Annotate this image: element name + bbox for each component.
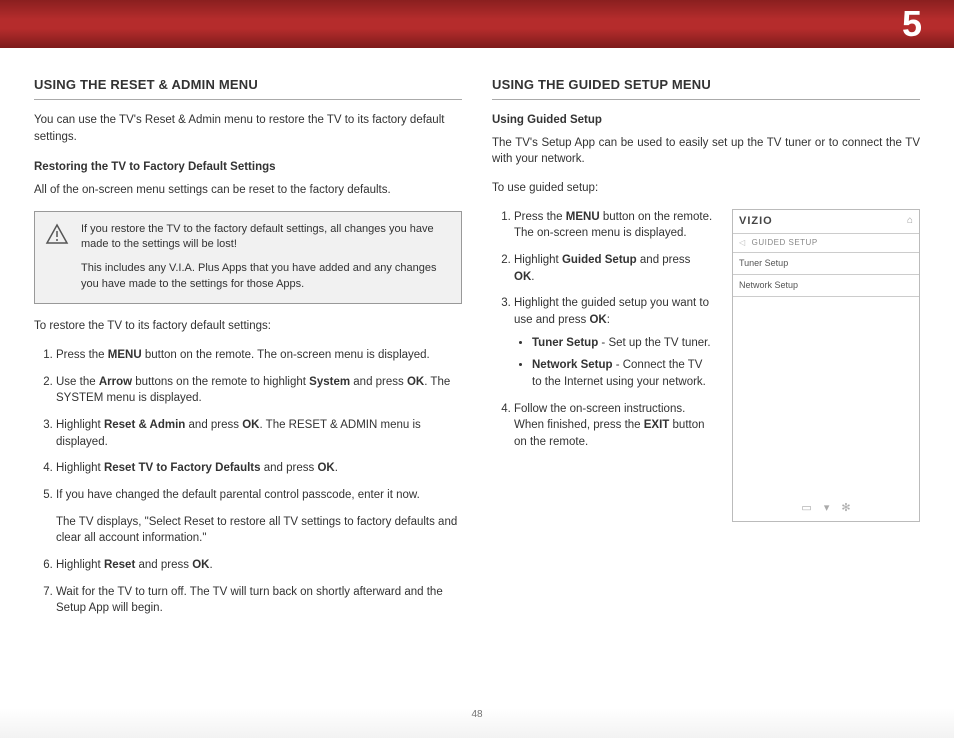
- right-intro: The TV's Setup App can be used to easily…: [492, 135, 920, 168]
- left-heading: USING THE RESET & ADMIN MENU: [34, 76, 462, 95]
- tv-guided-setup-menu: VIZIO ⌂ ◁ GUIDED SETUP Tuner Setup Netwo…: [732, 209, 920, 523]
- gear-icon: ✻: [841, 501, 850, 517]
- step-5: If you have changed the default parental…: [56, 487, 462, 547]
- right-column: USING THE GUIDED SETUP MENU Using Guided…: [492, 76, 920, 627]
- step-6: Highlight Reset and press OK.: [56, 557, 462, 574]
- step-1: Press the MENU button on the remote. The…: [56, 347, 462, 364]
- tvmenu-footer: ▭ ▾ ✻: [733, 497, 919, 521]
- heading-rule: [34, 99, 462, 100]
- home-icon: ⌂: [907, 214, 913, 229]
- tvmenu-item-tuner: Tuner Setup: [733, 253, 919, 275]
- tvmenu-header: VIZIO ⌂: [733, 210, 919, 235]
- left-column: USING THE RESET & ADMIN MENU You can use…: [34, 76, 462, 627]
- left-intro: You can use the TV's Reset & Admin menu …: [34, 112, 462, 145]
- guided-steps: Press the MENU button on the remote. The…: [492, 209, 714, 523]
- restore-lead: To restore the TV to its factory default…: [34, 318, 462, 335]
- tvmenu-brand: VIZIO: [739, 214, 773, 230]
- chapter-number: 5: [902, 3, 922, 45]
- tvmenu-title-row: ◁ GUIDED SETUP: [733, 234, 919, 253]
- step-2: Use the Arrow buttons on the remote to h…: [56, 374, 462, 407]
- tvmenu-title: GUIDED SETUP: [752, 237, 818, 249]
- right-subhead: Using Guided Setup: [492, 112, 920, 129]
- step-3: Highlight Reset & Admin and press OK. Th…: [56, 417, 462, 450]
- tvmenu-blank: [733, 297, 919, 497]
- wide-icon: ▭: [801, 501, 811, 517]
- gstep-3: Highlight the guided setup you want to u…: [514, 295, 714, 390]
- right-heading: USING THE GUIDED SETUP MENU: [492, 76, 920, 95]
- restore-steps: Press the MENU button on the remote. The…: [34, 347, 462, 617]
- callout-line2: This includes any V.I.A. Plus Apps that …: [81, 261, 449, 293]
- left-subpara: All of the on-screen menu settings can b…: [34, 182, 462, 199]
- bottom-fade: [0, 708, 954, 738]
- gstep-2: Highlight Guided Setup and press OK.: [514, 252, 714, 285]
- chevron-down-icon: ▾: [824, 501, 830, 517]
- warning-callout: If you restore the TV to the factory def…: [34, 211, 462, 305]
- gstep-1: Press the MENU button on the remote. The…: [514, 209, 714, 242]
- warning-icon: [45, 222, 69, 246]
- right-lead: To use guided setup:: [492, 180, 920, 197]
- callout-line1: If you restore the TV to the factory def…: [81, 222, 449, 254]
- step-4: Highlight Reset TV to Factory Defaults a…: [56, 460, 462, 477]
- page-body: USING THE RESET & ADMIN MENU You can use…: [0, 48, 954, 627]
- right-inner: Press the MENU button on the remote. The…: [492, 209, 920, 523]
- step-5-detail: The TV displays, "Select Reset to restor…: [56, 514, 462, 547]
- chapter-header-bar: 5: [0, 0, 954, 48]
- guided-steps-list: Press the MENU button on the remote. The…: [492, 209, 714, 451]
- back-arrow-icon: ◁: [739, 237, 746, 249]
- step-7: Wait for the TV to turn off. The TV will…: [56, 584, 462, 617]
- tvmenu-item-network: Network Setup: [733, 275, 919, 297]
- bullet-network: Network Setup - Connect the TV to the In…: [532, 357, 714, 390]
- gstep-4: Follow the on-screen instructions. When …: [514, 401, 714, 451]
- guided-bullets: Tuner Setup - Set up the TV tuner. Netwo…: [514, 335, 714, 391]
- heading-rule-right: [492, 99, 920, 100]
- bullet-tuner: Tuner Setup - Set up the TV tuner.: [532, 335, 714, 352]
- left-subhead: Restoring the TV to Factory Default Sett…: [34, 159, 462, 176]
